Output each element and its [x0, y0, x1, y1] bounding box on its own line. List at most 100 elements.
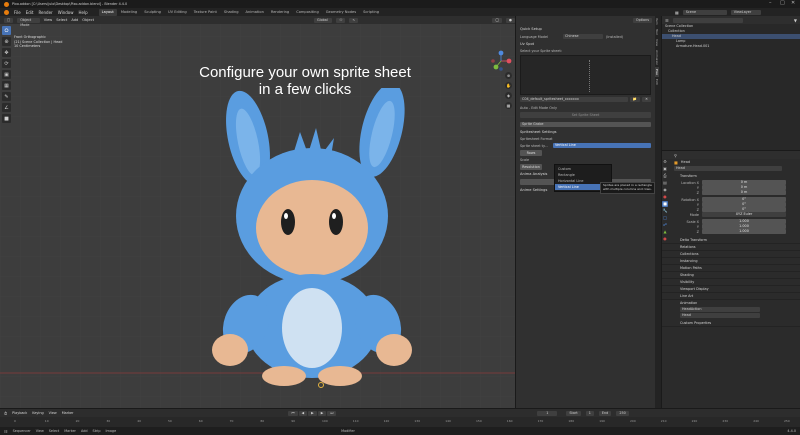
proportional-icon[interactable]: ∿	[349, 17, 359, 23]
tab-uv-editing[interactable]: UV Editing	[165, 9, 190, 16]
scale-y-field[interactable]: 1.000	[702, 224, 786, 229]
location-x-field[interactable]: 0 m	[702, 180, 786, 185]
tab-texture-paint[interactable]: Texture Paint	[191, 9, 220, 16]
seq-menu-select[interactable]: Select	[49, 429, 59, 433]
outliner-row-armature[interactable]: Armature.Head.001	[662, 44, 800, 49]
play-icon[interactable]: ▶	[308, 410, 317, 416]
tab-shading[interactable]: Shading	[221, 9, 242, 16]
constraint-props-icon[interactable]: ☍	[662, 222, 668, 228]
remove-icon[interactable]: ✕	[642, 97, 651, 102]
timeline-menu-keying[interactable]: Keying	[32, 411, 43, 415]
editor-type-button[interactable]: □	[4, 17, 14, 23]
cursor-icon[interactable]: ⊕	[2, 37, 11, 46]
motion-paths-section[interactable]: Motion Paths	[662, 265, 800, 272]
collections-section[interactable]: Collections	[662, 251, 800, 258]
jump-start-icon[interactable]: ⏮	[288, 410, 298, 416]
options-button[interactable]: Options	[632, 17, 652, 23]
folder-icon[interactable]: 📁	[629, 97, 641, 102]
relations-section[interactable]: Relations	[662, 244, 800, 251]
menu-window[interactable]: Window	[58, 10, 74, 15]
render-props-icon[interactable]: ▣	[662, 166, 668, 172]
viewport-menu-view[interactable]: View	[44, 18, 53, 22]
timeline-menu-playback[interactable]: Playback	[12, 411, 27, 415]
blender-menu-icon[interactable]	[4, 9, 9, 15]
spritesheet-settings-header[interactable]: Spritesheet Settings	[520, 130, 651, 134]
menu-edit[interactable]: Edit	[26, 10, 34, 15]
sprite-sheet-type-dropdown[interactable]: Vertical Line	[553, 143, 651, 148]
location-y-field[interactable]: 0 m	[702, 185, 786, 190]
delta-transform-section[interactable]: Delta Transform	[662, 237, 800, 244]
object-props-icon[interactable]: ■	[662, 201, 668, 207]
grid-icon[interactable]: ▦	[505, 102, 512, 109]
rotation-mode-dropdown[interactable]: XYZ Euler	[702, 212, 786, 217]
rotation-y-field[interactable]: 0°	[702, 202, 786, 207]
object-name-field[interactable]: Head	[674, 165, 782, 171]
transform-icon[interactable]: ▦	[2, 81, 11, 90]
seq-menu-view[interactable]: View	[36, 429, 44, 433]
end-frame-field[interactable]: 250	[616, 410, 629, 416]
tab-tool[interactable]: Tool	[655, 27, 659, 37]
location-z-field[interactable]: 0 m	[702, 190, 786, 195]
tab-animation-side[interactable]: Animation	[655, 48, 659, 67]
filter-icon[interactable]: ▼	[794, 18, 797, 23]
rotation-x-field[interactable]: 0°	[702, 197, 786, 202]
start-frame-field[interactable]: 1	[585, 410, 594, 416]
quick-setup-header[interactable]: Quick Setup	[520, 27, 651, 31]
world-props-icon[interactable]: ●	[662, 194, 668, 200]
3d-viewport[interactable]: □ Object Mode View Select Add Object Glo…	[0, 16, 515, 408]
tab-edit[interactable]: Edit	[655, 77, 659, 87]
scale-z-field[interactable]: 1.000	[702, 229, 786, 234]
scale-icon[interactable]: ▣	[2, 70, 11, 79]
close-button[interactable]: ✕	[791, 1, 796, 6]
timeline-menu-marker[interactable]: Marker	[62, 411, 74, 415]
seq-menu-strip[interactable]: Strip	[93, 429, 101, 433]
pan-icon[interactable]: ✋	[505, 82, 512, 89]
timeline-editor-icon[interactable]: ⏱	[4, 411, 7, 416]
mode-selector[interactable]: Object Mode	[17, 17, 40, 27]
uv-spot-header[interactable]: Uv Spot	[520, 42, 651, 46]
tab-pixo[interactable]: Pixo	[655, 67, 659, 78]
slot-field[interactable]: Head	[680, 313, 760, 318]
navigation-gizmo[interactable]	[490, 50, 512, 72]
sequencer-label[interactable]: Sequencer	[13, 429, 31, 433]
move-icon[interactable]: ✥	[2, 48, 11, 57]
animation-section[interactable]: Animation	[662, 300, 800, 307]
rotation-z-field[interactable]: 0°	[702, 207, 786, 212]
measure-icon[interactable]: ∠	[2, 103, 11, 112]
prev-key-icon[interactable]: ◀	[298, 410, 308, 416]
tab-modeling[interactable]: Modeling	[118, 9, 140, 16]
seq-menu-marker[interactable]: Marker	[64, 429, 76, 433]
tab-layout[interactable]: Layout	[98, 8, 117, 16]
select-box-icon[interactable]: ⭘	[2, 26, 11, 35]
seq-menu-add[interactable]: Add	[81, 429, 88, 433]
viewport-menu-add[interactable]: Add	[71, 18, 78, 22]
tab-animation[interactable]: Animation	[243, 9, 267, 16]
line-art-section[interactable]: Line Art	[662, 293, 800, 300]
modifier-props-icon[interactable]: 🔧	[662, 208, 668, 214]
snap-icon[interactable]: ☉	[336, 17, 346, 23]
tab-view[interactable]: View	[655, 37, 659, 48]
data-props-icon[interactable]: ▲	[662, 229, 668, 235]
language-model-dropdown[interactable]: Chinese	[563, 34, 603, 39]
tool-props-icon[interactable]: ⚙	[662, 159, 668, 165]
next-key-icon[interactable]: ▶	[317, 410, 327, 416]
camera-icon[interactable]: ◈	[505, 92, 512, 99]
tab-rendering[interactable]: Rendering	[268, 9, 292, 16]
shading-icon[interactable]: ●	[506, 17, 515, 23]
custom-properties-section[interactable]: Custom Properties	[662, 320, 800, 327]
tab-item[interactable]: Item	[655, 16, 659, 27]
scene-selector[interactable]: Scene	[682, 9, 727, 15]
menu-render[interactable]: Render	[38, 10, 52, 15]
outliner-editor-icon[interactable]: ☰	[665, 18, 669, 23]
material-props-icon[interactable]: ●	[662, 236, 668, 242]
timeline-ruler[interactable]: 0 10 20 30 40 50 60 70 80 90 100 110 120 130 140 150 160…	[0, 417, 800, 427]
output-props-icon[interactable]: ⎙	[662, 173, 668, 179]
annotate-icon[interactable]: ✎	[2, 92, 11, 101]
tab-geometry-nodes[interactable]: Geometry Nodes	[323, 9, 359, 16]
shading-section[interactable]: Shading	[662, 272, 800, 279]
viewport-menu-object[interactable]: Object	[82, 18, 94, 22]
physics-props-icon[interactable]: ◯	[662, 215, 668, 221]
action-field[interactable]: HeadAction	[680, 307, 760, 312]
jump-end-icon[interactable]: ⏭	[327, 410, 337, 416]
zoom-icon[interactable]: ⊕	[505, 72, 512, 79]
